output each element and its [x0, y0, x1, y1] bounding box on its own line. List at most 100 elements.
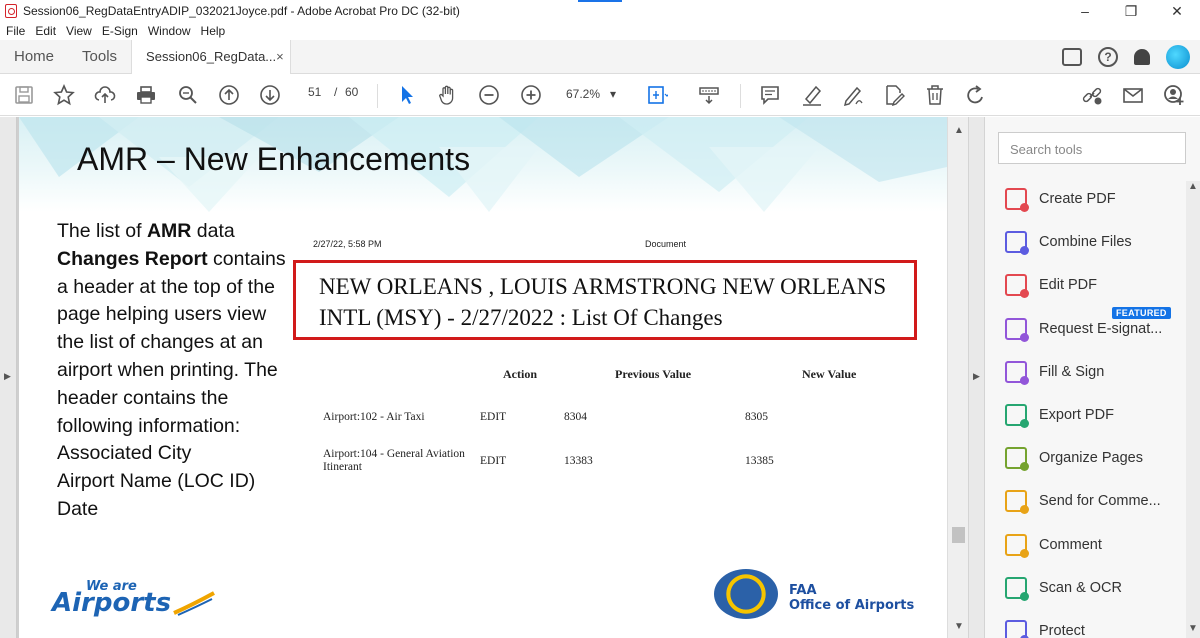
tool-item[interactable]: Comment: [1005, 533, 1102, 558]
minimize-button[interactable]: –: [1062, 0, 1108, 22]
body-text-mid: data: [191, 220, 235, 242]
tab-tools[interactable]: Tools: [68, 40, 131, 74]
row1-field: Airport:102 - Air Taxi: [323, 411, 425, 423]
window-title: Session06_RegDataEntryADIP_032021Joyce.p…: [23, 4, 460, 18]
tool-item[interactable]: Edit PDF: [1005, 273, 1098, 299]
slide-body-text: The list of AMR data Changes Report cont…: [57, 218, 297, 524]
tab-bar: Home Tools Session06_RegData... × ?: [0, 39, 1200, 74]
tool-item[interactable]: Combine Files: [1005, 230, 1132, 256]
scrollbar-thumb[interactable]: [952, 527, 965, 543]
tool-item-label: Request E-signat...: [1039, 320, 1163, 337]
zoom-level-dropdown[interactable]: 67.2% ▾: [566, 87, 616, 101]
close-tab-icon[interactable]: ×: [276, 49, 284, 64]
fit-page-icon[interactable]: [645, 83, 669, 107]
restore-button[interactable]: ❐: [1108, 0, 1154, 22]
tool-item-label: Fill & Sign: [1039, 363, 1105, 380]
menu-file[interactable]: File: [6, 24, 25, 38]
email-icon[interactable]: [1121, 83, 1145, 107]
scroll-mode-icon[interactable]: [697, 83, 721, 107]
rotate-icon[interactable]: [964, 83, 988, 107]
main-toolbar: 51 / 60 67.2% ▾: [0, 75, 1200, 116]
menu-edit[interactable]: Edit: [35, 24, 56, 38]
we-are-airports-logo: We are Airports: [52, 579, 216, 618]
next-page-icon[interactable]: [258, 83, 282, 107]
select-cursor-icon[interactable]: [395, 83, 419, 107]
tool-item-label: Create PDF: [1039, 191, 1116, 207]
menu-help[interactable]: Help: [201, 24, 226, 38]
previous-page-icon[interactable]: [217, 83, 241, 107]
upload-cloud-icon[interactable]: [93, 83, 117, 107]
tools-pane-scrollbar[interactable]: ▲ ▼: [1186, 181, 1200, 638]
tool-item[interactable]: Protect: [1005, 619, 1085, 638]
tool-item[interactable]: Organize Pages: [1005, 446, 1143, 472]
logo-large-word: Airports: [52, 588, 172, 618]
zoom-out-icon[interactable]: [477, 83, 501, 107]
body-text-rest: contains a header at the top of the page…: [57, 247, 286, 437]
page-separator: /: [334, 85, 338, 99]
tool-item[interactable]: Fill & Sign: [1005, 360, 1105, 385]
search-tools-input[interactable]: Search tools: [998, 132, 1186, 164]
column-header-new: New Value: [802, 367, 857, 381]
page-number-input[interactable]: 51: [308, 85, 321, 99]
tool-item[interactable]: Create PDF: [1005, 187, 1116, 212]
right-pane-toggle[interactable]: ▶: [968, 117, 985, 638]
scroll-down-icon[interactable]: ▼: [954, 621, 964, 632]
highlight-pen-icon[interactable]: [800, 83, 824, 107]
menu-window[interactable]: Window: [148, 24, 191, 38]
scan-ocr-icon: [1005, 576, 1029, 601]
report-doc-label: Document: [645, 239, 687, 249]
menu-view[interactable]: View: [66, 24, 92, 38]
collapse-pane-icon[interactable]: ▶: [973, 371, 980, 382]
row1-previous: 8304: [564, 411, 587, 423]
toolbar-divider: [740, 84, 741, 108]
find-magnifier-icon[interactable]: [176, 83, 200, 107]
tool-item[interactable]: Export PDF: [1005, 403, 1114, 428]
body-bold-amr: AMR: [146, 220, 192, 242]
save-icon[interactable]: [12, 83, 36, 107]
expand-left-icon[interactable]: ▶: [4, 371, 11, 382]
zoom-value: 67.2%: [566, 87, 601, 101]
trash-icon[interactable]: [923, 83, 947, 107]
tool-item[interactable]: Request E-signat...: [1005, 317, 1163, 342]
report-heading: NEW ORLEANS , LOUIS ARMSTRONG NEW ORLEAN…: [319, 271, 919, 333]
print-icon[interactable]: [134, 83, 158, 107]
tool-item-label: Protect: [1039, 623, 1085, 638]
edit-document-icon[interactable]: [882, 83, 906, 107]
row1-action: EDIT: [480, 411, 507, 423]
acrobat-pdf-icon: [5, 4, 17, 18]
link-share-icon[interactable]: [1080, 83, 1104, 107]
tool-item-label: Edit PDF: [1039, 277, 1098, 294]
edit-pdf-icon: [1005, 274, 1029, 299]
taskbar-accent: [578, 0, 622, 2]
hand-tool-icon[interactable]: [436, 83, 460, 107]
tool-item[interactable]: Send for Comme...: [1005, 489, 1161, 515]
menu-esign[interactable]: E-Sign: [102, 24, 138, 38]
avatar[interactable]: [1166, 45, 1190, 69]
zoom-in-icon[interactable]: [519, 83, 543, 107]
sign-pen-icon[interactable]: [841, 83, 865, 107]
scroll-up-icon[interactable]: ▲: [1188, 181, 1198, 192]
page-total: 60: [345, 85, 359, 99]
tab-home[interactable]: Home: [0, 40, 68, 74]
tool-item[interactable]: Scan & OCR: [1005, 576, 1122, 601]
pdf-page: AMR – New Enhancements The list of AMR d…: [19, 117, 947, 638]
add-user-icon[interactable]: [1162, 83, 1186, 107]
share-screen-icon[interactable]: [1062, 48, 1082, 66]
row1-new: 8305: [745, 411, 768, 423]
faa-text: FAA: [789, 583, 817, 598]
document-scrollbar[interactable]: ▲ ▼: [947, 117, 968, 638]
scroll-down-icon[interactable]: ▼: [1188, 623, 1198, 634]
tab-document[interactable]: Session06_RegData... ×: [131, 39, 292, 74]
help-icon[interactable]: ?: [1098, 47, 1118, 67]
report-heading-line1: NEW ORLEANS , LOUIS ARMSTRONG NEW ORLEAN…: [319, 274, 887, 299]
bell-icon[interactable]: [1134, 49, 1150, 65]
left-panel-toggle[interactable]: ▶: [0, 117, 17, 638]
window-title-bar: Session06_RegDataEntryADIP_032021Joyce.p…: [0, 0, 1200, 22]
list-item: Associated City: [57, 442, 192, 465]
close-window-button[interactable]: ✕: [1154, 0, 1200, 22]
bookmark-star-icon[interactable]: [52, 83, 76, 107]
row2-action: EDIT: [480, 455, 507, 467]
scroll-up-icon[interactable]: ▲: [954, 125, 964, 136]
faa-seal-icon: [714, 569, 778, 619]
comment-icon[interactable]: [758, 83, 782, 107]
